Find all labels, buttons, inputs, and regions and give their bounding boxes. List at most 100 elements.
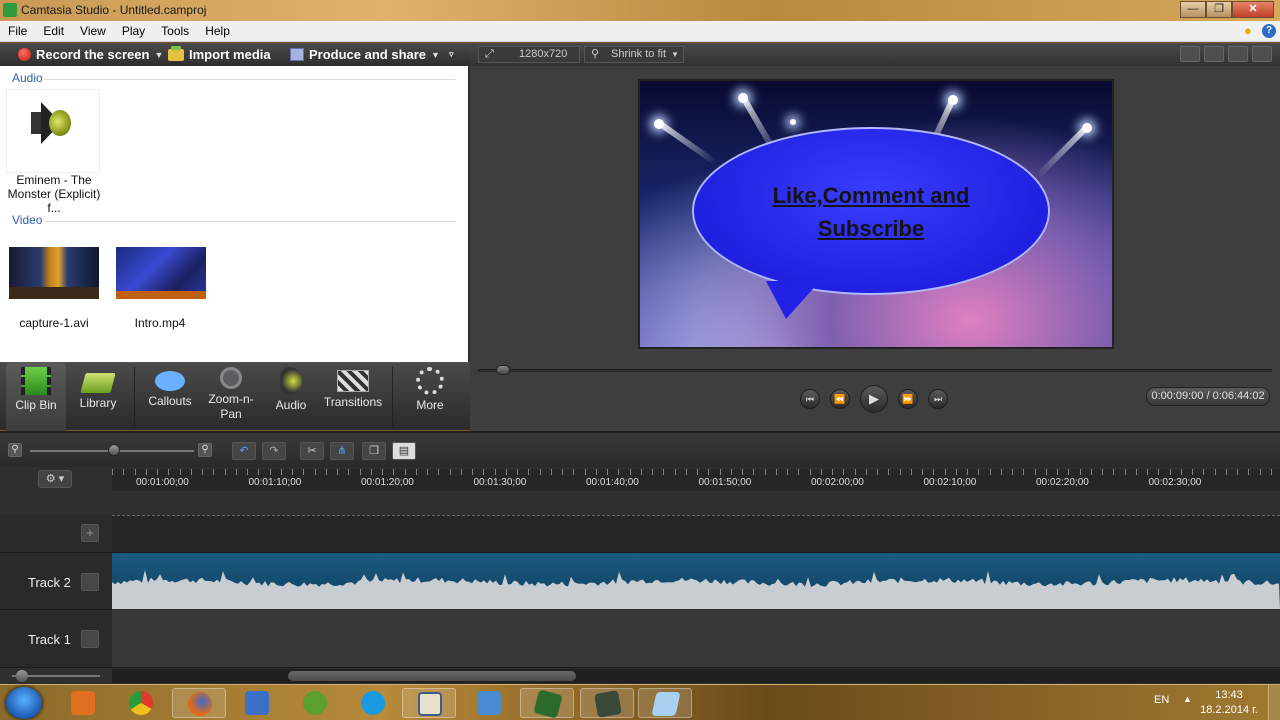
track-1-lock-icon[interactable] <box>81 630 99 648</box>
zoom-in-icon[interactable]: ⚲ <box>198 443 212 457</box>
pan-hand-button[interactable] <box>1204 46 1224 62</box>
audio-clip-label[interactable]: Eminem - The Monster (Explicit) f... <box>0 173 108 215</box>
dimensions-dropdown[interactable]: ⤢ 1280x720 <box>478 46 580 63</box>
taskbar-utorrent[interactable] <box>288 688 342 718</box>
ruler-tick <box>764 469 766 475</box>
taskbar-firefox[interactable] <box>172 688 226 718</box>
video-clip-label[interactable]: capture-1.avi <box>0 316 108 330</box>
close-button[interactable]: ✕ <box>1232 1 1274 18</box>
video-thumbnail-intro[interactable] <box>116 247 206 299</box>
tray-expand-icon[interactable]: ▲ <box>1183 694 1192 704</box>
video-clip-label[interactable]: Intro.mp4 <box>108 316 212 330</box>
ruler-tick <box>224 469 226 475</box>
undo-button[interactable]: ↶ <box>232 442 256 460</box>
audio-clip-track-2[interactable] <box>112 553 1280 609</box>
ruler-tick <box>123 469 125 475</box>
ruler-tick-label: 00:02:10;00 <box>923 477 977 488</box>
fast-forward-button[interactable]: ⏩ <box>898 389 918 409</box>
paste-button[interactable]: ▤ <box>392 442 416 460</box>
tab-library[interactable]: Library <box>68 363 128 431</box>
skip-to-end-button[interactable]: ⏭ <box>928 389 948 409</box>
taskbar-messenger[interactable] <box>230 688 284 718</box>
timeline-toolbar: ⚲ ⚲ ↶ ↷ ✂ ⋔ ❐ ▤ <box>0 433 1280 467</box>
redo-button[interactable]: ↷ <box>262 442 286 460</box>
timeline-settings-gear-icon[interactable]: ⚙ ▾ <box>38 470 72 488</box>
taskbar-notes[interactable] <box>638 688 692 718</box>
maximize-button[interactable]: ❐ <box>1206 1 1232 18</box>
tab-transitions[interactable]: Transitions <box>320 363 386 431</box>
ruler-tick <box>1079 469 1081 475</box>
taskbar-media-player[interactable] <box>56 688 110 718</box>
timeline-zoom-handle[interactable] <box>108 444 120 456</box>
tab-zoom-n-pan[interactable]: Zoom-n-Pan <box>202 363 260 431</box>
track-2-lock-icon[interactable] <box>81 573 99 591</box>
ruler-tick-label: 00:01:50;00 <box>698 477 752 488</box>
taskbar-skype[interactable] <box>346 688 400 718</box>
tab-label: Transitions <box>323 395 383 409</box>
fullscreen-button[interactable] <box>1228 46 1248 62</box>
skip-to-start-button[interactable]: ⏮ <box>800 389 820 409</box>
tab-audio[interactable]: Audio <box>262 363 320 431</box>
notes-icon <box>651 692 681 716</box>
preview-seekbar[interactable] <box>478 369 1272 372</box>
taskbar-installer[interactable] <box>462 688 516 718</box>
ruler-tick <box>1102 469 1103 475</box>
video-thumbnail-capture[interactable] <box>9 247 99 299</box>
taskbar-explorer[interactable] <box>402 688 456 718</box>
add-track-button[interactable]: + <box>81 524 99 542</box>
detach-preview-button[interactable] <box>1252 46 1272 62</box>
tab-callouts[interactable]: Callouts <box>140 363 200 431</box>
timeline-horizontal-scrollbar[interactable] <box>112 669 1280 683</box>
copy-button[interactable]: ❐ <box>362 442 386 460</box>
rewind-button[interactable]: ⏪ <box>830 389 850 409</box>
menu-file[interactable]: File <box>0 21 35 38</box>
lightbulb-icon[interactable]: ● <box>1244 24 1256 38</box>
ruler-tick <box>719 469 721 475</box>
ruler-tick <box>820 469 822 475</box>
language-indicator[interactable]: EN <box>1154 694 1169 706</box>
play-button[interactable]: ▶ <box>860 385 888 413</box>
ruler-tick <box>1068 469 1070 475</box>
ruler-tick <box>775 469 777 475</box>
ruler-tick <box>629 469 631 475</box>
menu-edit[interactable]: Edit <box>35 21 72 38</box>
tab-clip-bin[interactable]: Clip Bin <box>6 363 66 431</box>
zoom-dropdown[interactable]: ⚲ Shrink to fit ▼ <box>584 46 684 63</box>
clock-date: 18.2.2014 г. <box>1200 704 1258 716</box>
menu-help[interactable]: Help <box>197 21 238 38</box>
empty-track-area[interactable] <box>112 515 1280 553</box>
taskbar-chrome[interactable] <box>114 688 168 718</box>
produce-share-button[interactable]: Produce and share ▼ ▿ <box>290 47 454 62</box>
seek-handle[interactable] <box>496 365 511 375</box>
timeline-ruler[interactable]: 00:01:00;00 00:01:10;00 00:01:20;00 00:01:3… <box>112 469 1280 491</box>
help-icon[interactable]: ? <box>1262 24 1276 38</box>
track-1-area[interactable] <box>112 610 1280 668</box>
ruler-tick <box>944 469 946 475</box>
taskbar-camtasia-recorder[interactable] <box>580 688 634 718</box>
clip-bin-panel: Audio Eminem - The Monster (Explicit) f.… <box>0 66 470 362</box>
import-media-button[interactable]: Import media <box>168 45 271 62</box>
menu-play[interactable]: Play <box>114 21 153 38</box>
ruler-tick <box>1248 469 1250 475</box>
split-button[interactable]: ⋔ <box>330 442 354 460</box>
record-screen-button[interactable]: Record the screen ▼ <box>18 47 163 62</box>
scrollbar-thumb[interactable] <box>288 671 576 681</box>
track-height-handle[interactable] <box>16 670 28 682</box>
cut-button[interactable]: ✂ <box>300 442 324 460</box>
show-desktop-button[interactable] <box>1268 685 1280 720</box>
overflow-chevron-icon[interactable]: ▿ <box>449 49 454 60</box>
track-2-header: Track 2 <box>0 553 112 610</box>
menu-tools[interactable]: Tools <box>153 21 197 38</box>
crop-button[interactable] <box>1180 46 1200 62</box>
preview-canvas[interactable]: Like,Comment and Subscribe <box>638 79 1114 349</box>
ruler-tick <box>787 469 788 475</box>
ruler-tick <box>528 469 530 475</box>
zoom-out-icon[interactable]: ⚲ <box>8 443 22 457</box>
audio-clip-thumbnail[interactable] <box>6 89 100 173</box>
minimize-button[interactable]: — <box>1180 1 1206 18</box>
start-button[interactable] <box>6 687 42 719</box>
menu-view[interactable]: View <box>72 21 114 38</box>
taskbar-camtasia[interactable] <box>520 688 574 719</box>
tab-more[interactable]: More <box>400 363 460 431</box>
system-clock[interactable]: 13:43 18.2.2014 г. <box>1196 688 1262 718</box>
